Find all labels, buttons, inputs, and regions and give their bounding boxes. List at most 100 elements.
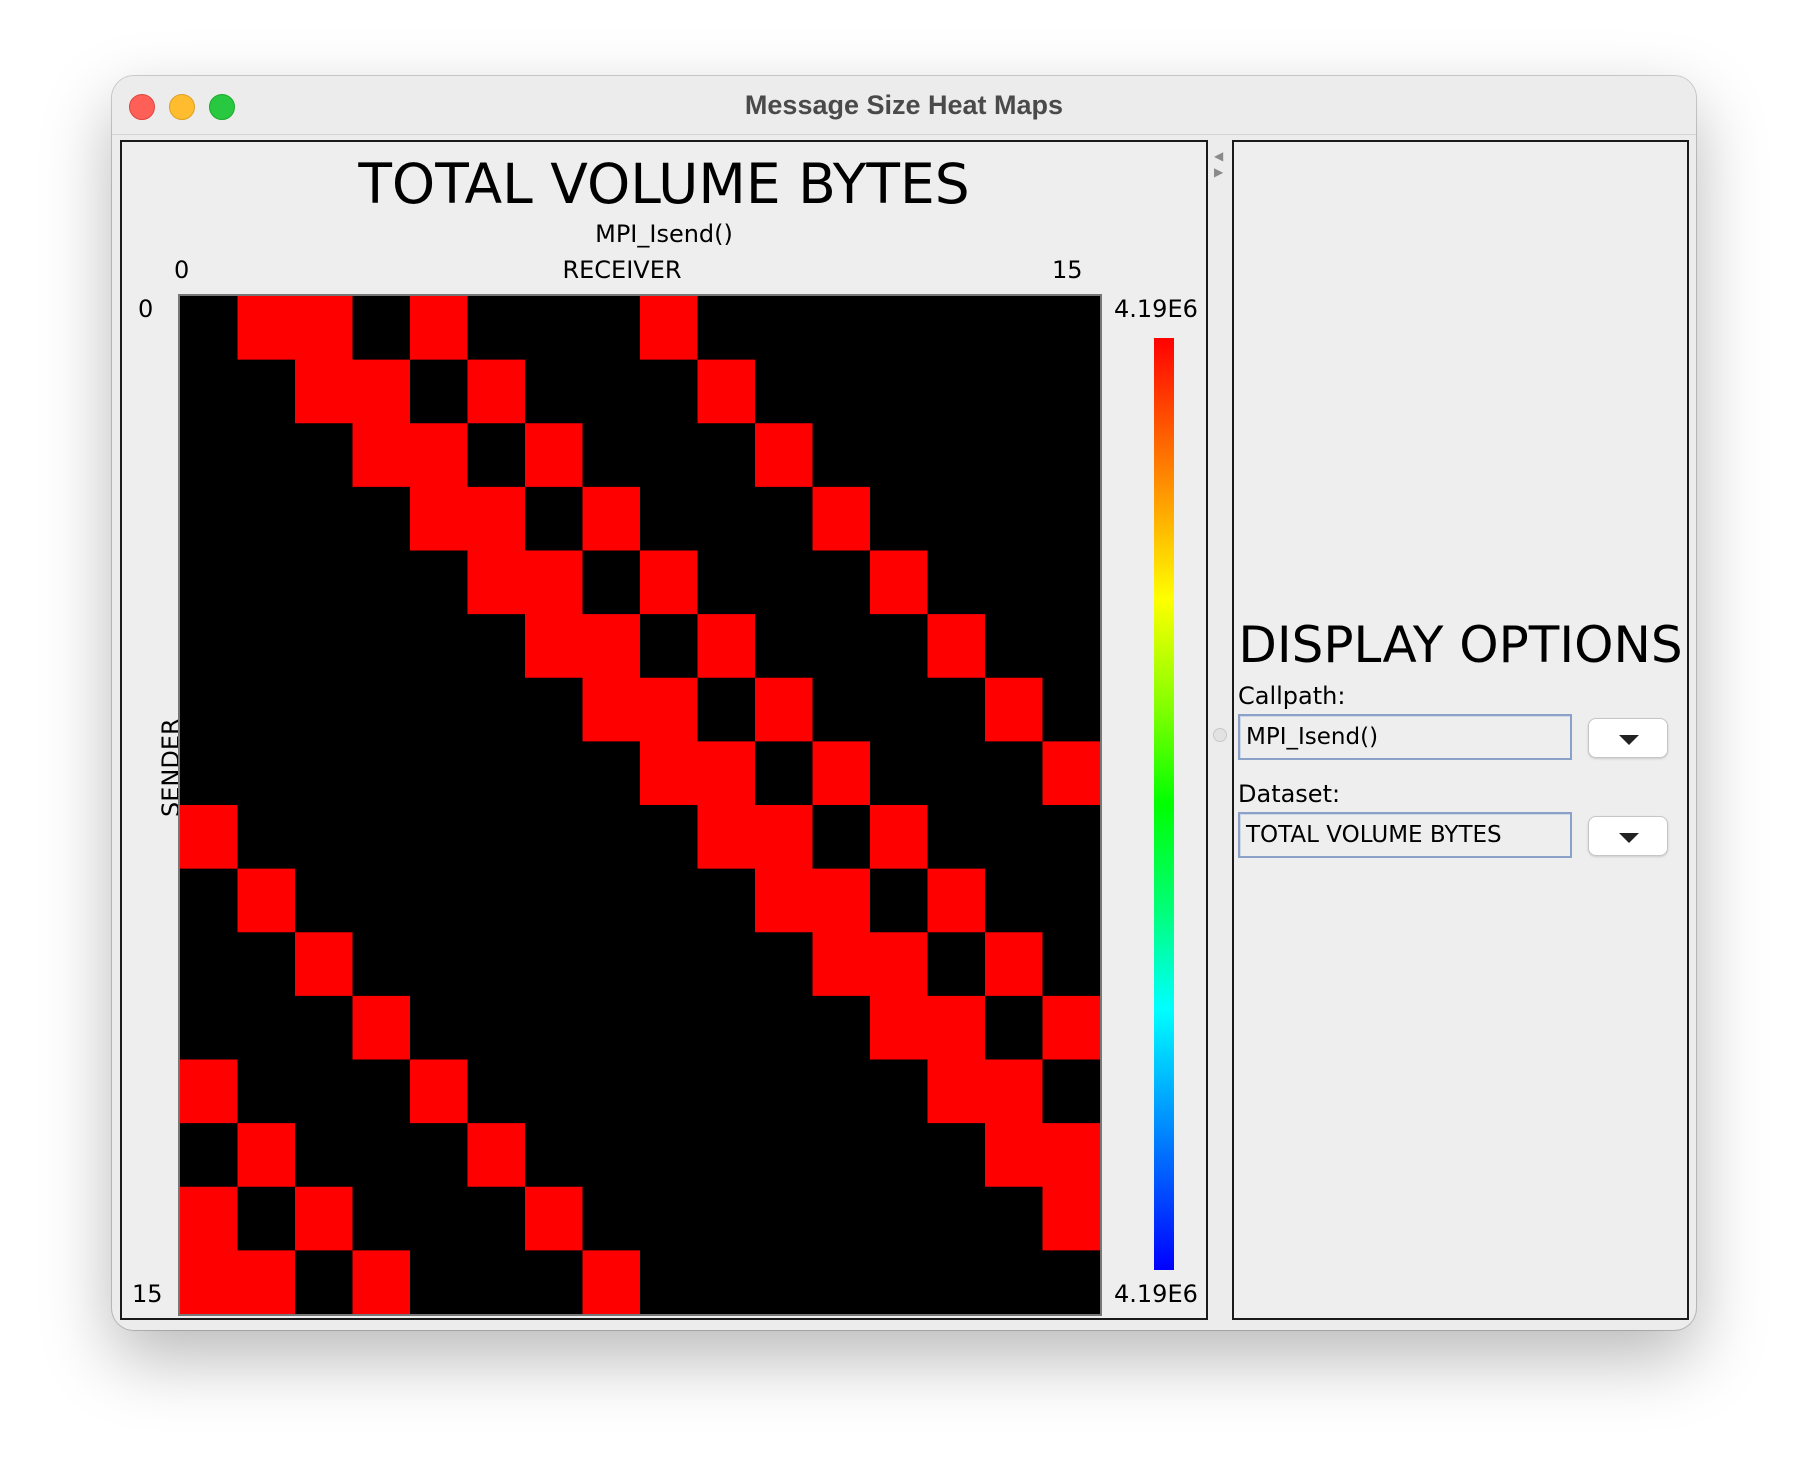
heatmap-cell-s7-r10[interactable] [755,741,813,806]
heatmap-cell-s14-r3[interactable] [352,1186,411,1251]
heatmap-cell-s2-r2[interactable] [295,423,353,488]
heatmap-cell-s11-r14[interactable] [985,995,1043,1061]
heatmap-cell-s8-r5[interactable] [467,805,526,870]
heatmap-cell-s6-r0[interactable] [180,677,238,742]
heatmap-cell-s0-r11[interactable] [812,296,871,361]
heatmap-cell-s4-r6[interactable] [525,550,583,615]
heatmap-cell-s15-r9[interactable] [697,1250,756,1314]
heatmap-cell-s13-r12[interactable] [870,1123,928,1188]
heatmap-cell-s14-r11[interactable] [812,1186,871,1251]
heatmap-cell-s5-r13[interactable] [927,614,986,679]
heatmap-cell-s2-r6[interactable] [525,423,583,488]
heatmap-cell-s14-r4[interactable] [410,1186,468,1251]
heatmap-cell-s3-r13[interactable] [927,486,986,552]
heatmap-cell-s11-r11[interactable] [812,995,871,1061]
heatmap-cell-s5-r6[interactable] [525,614,583,679]
heatmap-cell-s0-r12[interactable] [870,296,928,361]
heatmap-cell-s4-r14[interactable] [985,550,1043,615]
heatmap-cell-s4-r13[interactable] [927,550,986,615]
heatmap-cell-s14-r2[interactable] [295,1186,353,1251]
heatmap-cell-s9-r14[interactable] [985,868,1043,933]
heatmap-cell-s13-r10[interactable] [755,1123,813,1188]
heatmap-cell-s4-r0[interactable] [180,550,238,615]
heatmap-cell-s14-r13[interactable] [927,1186,986,1251]
heatmap-cell-s5-r5[interactable] [467,614,526,679]
heatmap-cell-s8-r6[interactable] [525,805,583,870]
heatmap-cell-s6-r12[interactable] [870,677,928,742]
dataset-field[interactable]: TOTAL VOLUME BYTES [1238,812,1572,858]
heatmap-cell-s2-r8[interactable] [640,423,698,488]
heatmap-cell-s14-r0[interactable] [180,1186,238,1251]
callpath-dropdown-button[interactable] [1588,718,1668,758]
heatmap-cell-s13-r9[interactable] [697,1123,756,1188]
heatmap-cell-s7-r9[interactable] [697,741,756,806]
heatmap-cell-s14-r1[interactable] [237,1186,296,1251]
heatmap-cell-s7-r8[interactable] [640,741,698,806]
heatmap-cell-s14-r9[interactable] [697,1186,756,1251]
heatmap-cell-s5-r2[interactable] [295,614,353,679]
heatmap-cell-s9-r11[interactable] [812,868,871,933]
heatmap-cell-s9-r4[interactable] [410,868,468,933]
heatmap-cell-s6-r15[interactable] [1042,677,1101,742]
heatmap-cell-s9-r12[interactable] [870,868,928,933]
heatmap-cell-s2-r9[interactable] [697,423,756,488]
heatmap-cell-s2-r0[interactable] [180,423,238,488]
heatmap-cell-s5-r0[interactable] [180,614,238,679]
heatmap-cell-s3-r12[interactable] [870,486,928,552]
heatmap-cell-s4-r10[interactable] [755,550,813,615]
heatmap-cell-s15-r7[interactable] [582,1250,641,1314]
heatmap-cell-s9-r3[interactable] [352,868,411,933]
heatmap-cell-s0-r0[interactable] [180,296,238,361]
heatmap-cell-s12-r6[interactable] [525,1059,583,1124]
heatmap-cell-s12-r14[interactable] [985,1059,1043,1124]
heatmap-cell-s0-r5[interactable] [467,296,526,361]
heatmap-cell-s2-r14[interactable] [985,423,1043,488]
heatmap-cell-s7-r3[interactable] [352,741,411,806]
heatmap-cell-s15-r13[interactable] [927,1250,986,1314]
heatmap-cell-s7-r4[interactable] [410,741,468,806]
heatmap-cell-s5-r11[interactable] [812,614,871,679]
heatmap-cell-s10-r3[interactable] [352,932,411,997]
heatmap-cell-s12-r0[interactable] [180,1059,238,1124]
heatmap-cell-s4-r2[interactable] [295,550,353,615]
heatmap-cell-s4-r4[interactable] [410,550,468,615]
heatmap-cell-s5-r14[interactable] [985,614,1043,679]
heatmap-cell-s12-r5[interactable] [467,1059,526,1124]
heatmap-cell-s3-r6[interactable] [525,486,583,552]
heatmap-cell-s11-r9[interactable] [697,995,756,1061]
heatmap-cell-s4-r11[interactable] [812,550,871,615]
heatmap-cell-s0-r14[interactable] [985,296,1043,361]
heatmap-cell-s2-r7[interactable] [582,423,641,488]
heatmap-cell-s8-r10[interactable] [755,805,813,870]
heatmap-cell-s9-r1[interactable] [237,868,296,933]
heatmap-cell-s3-r14[interactable] [985,486,1043,552]
heatmap-cell-s6-r3[interactable] [352,677,411,742]
heatmap-cell-s12-r2[interactable] [295,1059,353,1124]
heatmap-cell-s3-r2[interactable] [295,486,353,552]
heatmap-cell-s2-r5[interactable] [467,423,526,488]
heatmap-cell-s11-r6[interactable] [525,995,583,1061]
heatmap-cell-s11-r7[interactable] [582,995,641,1061]
heatmap-cell-s15-r1[interactable] [237,1250,296,1314]
heatmap-cell-s8-r4[interactable] [410,805,468,870]
heatmap-cell-s1-r6[interactable] [525,359,583,424]
heatmap-cell-s8-r7[interactable] [582,805,641,870]
heatmap-cell-s9-r0[interactable] [180,868,238,933]
heatmap-cell-s6-r11[interactable] [812,677,871,742]
heatmap-cell-s14-r7[interactable] [582,1186,641,1251]
heatmap-cell-s0-r15[interactable] [1042,296,1101,361]
heatmap-cell-s10-r1[interactable] [237,932,296,997]
heatmap-cell-s8-r0[interactable] [180,805,238,870]
heatmap-cell-s3-r3[interactable] [352,486,411,552]
heatmap-cell-s11-r1[interactable] [237,995,296,1061]
heatmap-cell-s15-r3[interactable] [352,1250,411,1314]
heatmap-cell-s2-r3[interactable] [352,423,411,488]
heatmap-cell-s11-r0[interactable] [180,995,238,1061]
heatmap-cell-s11-r4[interactable] [410,995,468,1061]
heatmap-cell-s6-r13[interactable] [927,677,986,742]
heatmap-cell-s8-r13[interactable] [927,805,986,870]
heatmap-cell-s7-r14[interactable] [985,741,1043,806]
heatmap-cell-s8-r3[interactable] [352,805,411,870]
heatmap-cell-s6-r4[interactable] [410,677,468,742]
heatmap-cell-s3-r9[interactable] [697,486,756,552]
